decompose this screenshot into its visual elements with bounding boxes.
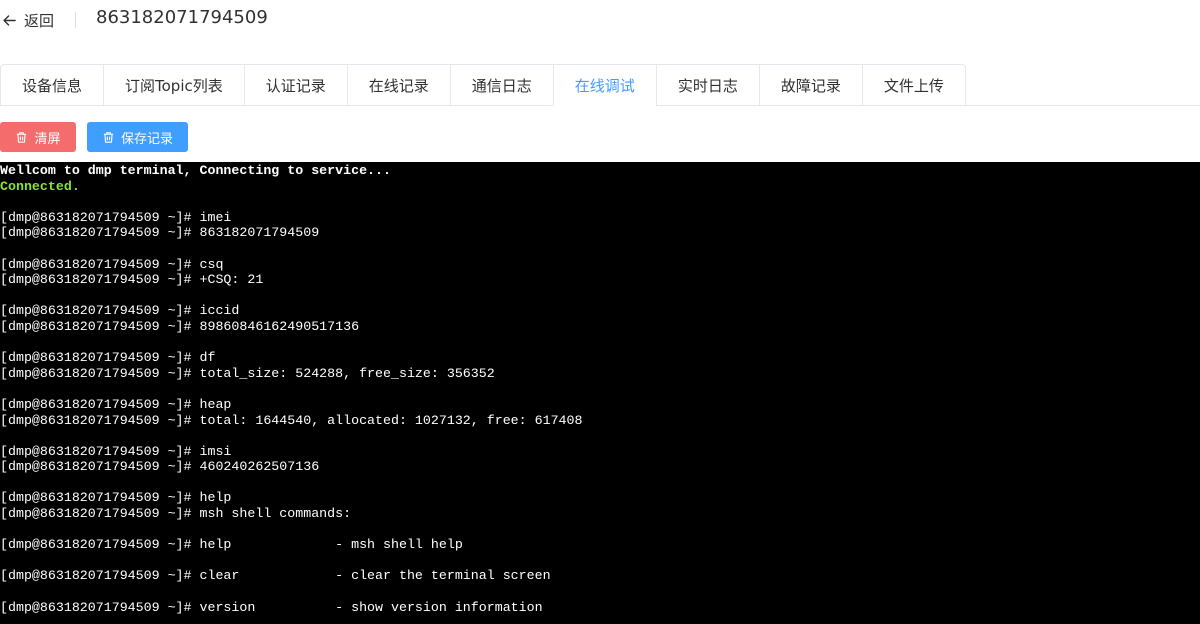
tab-8[interactable]: 故障记录 [758,65,862,106]
terminal-line: Connected. [0,178,80,194]
terminal-line: [dmp@863182071794509 ~]# +CSQ: 21 [0,272,264,288]
terminal-line: [dmp@863182071794509 ~]# msh shell comma… [0,506,352,522]
terminal-line: [dmp@863182071794509 ~]# 863182071794509 [0,225,320,241]
terminal-line: [dmp@863182071794509 ~]# help [0,490,232,506]
terminal-line: [dmp@863182071794509 ~]# version - show … [0,599,543,615]
terminal-line: Wellcom to dmp terminal, Connecting to s… [0,163,391,178]
save-record-label: 保存记录 [120,131,173,147]
tab-9[interactable]: 文件上传 [861,65,965,106]
tab-7[interactable]: 实时日志 [655,65,759,106]
tab-bar: 设备信息 订阅Topic列表 认证记录 在线记录 通信日志 在线调试 实时日志 故障记录 文件上… [0,64,1200,106]
back-button[interactable]: 返回 [2,8,54,32]
arrow-left-icon [3,14,16,26]
terminal-line: [dmp@863182071794509 ~]# 898608461624905… [0,318,360,334]
page: 返回 863182071794509 设备信息 订阅Topic列表 认证记录 在线记录… [0,0,1200,624]
clear-screen-button[interactable]: 清屏 [0,122,76,152]
tab-1[interactable]: 设备信息 [1,65,104,106]
page-title: 863182071794509 [96,7,268,28]
tab-list: 设备信息 订阅Topic列表 认证记录 在线记录 通信日志 在线调试 实时日志 故障记录 文件上… [0,64,966,106]
terminal-line: [dmp@863182071794509 ~]# csq [0,256,224,272]
save-record-button[interactable]: 保存记录 [87,122,188,152]
terminal-line: [dmp@863182071794509 ~]# heap [0,396,232,412]
terminal-line: [dmp@863182071794509 ~]# help - msh shel… [0,537,463,553]
trash-icon [17,131,27,143]
terminal-output[interactable]: Wellcom to dmp terminal, Connecting to s… [0,162,1200,624]
terminal-line: [dmp@863182071794509 ~]# 460240262507136 [0,459,320,475]
terminal-line: [dmp@863182071794509 ~]# df [0,350,216,366]
back-label: 返回 [24,11,55,30]
tab-2[interactable]: 订阅Topic列表 [103,65,244,106]
tab-4[interactable]: 在线记录 [346,65,450,106]
tab-bar-baseline [946,105,1200,106]
header-divider [75,12,76,28]
terminal-line: [dmp@863182071794509 ~]# total_size: 524… [0,365,495,381]
terminal-line: [dmp@863182071794509 ~]# clear - clear t… [0,568,551,584]
terminal-line: [dmp@863182071794509 ~]# total: 1644540,… [0,412,583,428]
terminal-line: [dmp@863182071794509 ~]# imei [0,209,232,225]
tab-3[interactable]: 认证记录 [243,65,347,106]
page-header: 返回 863182071794509 [0,0,1200,40]
terminal-line: [dmp@863182071794509 ~]# iccid [0,303,240,319]
terminal-line: [dmp@863182071794509 ~]# imsi [0,443,232,459]
tab-6[interactable]: 在线调试 [552,65,656,106]
tab-5[interactable]: 通信日志 [449,65,553,106]
trash-icon [103,131,114,143]
clear-screen-label: 清屏 [34,131,61,147]
